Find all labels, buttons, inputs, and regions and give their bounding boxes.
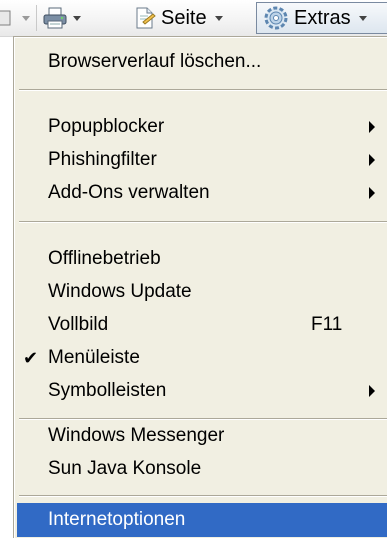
menu-item-work-offline[interactable]: Offlinebetrieb: [17, 242, 387, 276]
menu-item-phishing-filter[interactable]: Phishingfilter: [17, 143, 387, 177]
menu-item-label: Popupblocker: [48, 116, 165, 137]
menu-separator: [19, 495, 387, 497]
chevron-down-icon: [358, 15, 367, 21]
menu-item-manage-addons[interactable]: Add-Ons verwalten: [17, 176, 387, 210]
printer-icon: [43, 7, 67, 29]
menu-item-windows-messenger[interactable]: Windows Messenger: [17, 419, 387, 453]
menu-item-label: Menüleiste: [48, 347, 140, 368]
menu-item-label: Phishingfilter: [48, 149, 157, 170]
menu-item-java-console[interactable]: Sun Java Konsole: [17, 452, 387, 486]
submenu-arrow-icon: [369, 385, 375, 397]
chevron-down-icon: [73, 15, 81, 21]
menu-item-windows-update[interactable]: Windows Update: [17, 275, 387, 309]
partial-toolbar-icon[interactable]: [0, 0, 14, 36]
menu-item-internet-options[interactable]: Internetoptionen: [17, 503, 387, 537]
menu-item-menu-bar[interactable]: ✔ Menüleiste: [17, 341, 387, 375]
menu-item-label: Windows Update: [48, 281, 192, 302]
menu-item-label: Browserverlauf löschen...: [48, 51, 262, 72]
menu-item-delete-history[interactable]: Browserverlauf löschen...: [17, 45, 387, 79]
toolbar-divider: [36, 5, 37, 31]
print-button[interactable]: [42, 0, 68, 36]
menu-item-popup-blocker[interactable]: Popupblocker: [17, 110, 387, 144]
menu-item-label: Add-Ons verwalten: [48, 182, 210, 203]
submenu-arrow-icon: [369, 154, 375, 166]
menu-item-label: Internetoptionen: [48, 509, 186, 530]
page-menu-label: Seite: [161, 6, 207, 29]
extras-dropdown-menu: Browserverlauf löschen... Popupblocker P…: [13, 36, 387, 538]
toolbar-dropdown-arrow[interactable]: [22, 0, 30, 36]
page-icon: [136, 7, 156, 29]
print-dropdown-arrow[interactable]: [73, 0, 81, 36]
extras-menu-button[interactable]: Extras: [262, 0, 367, 36]
menu-item-label: Symbolleisten: [48, 380, 167, 401]
menu-separator: [19, 89, 387, 91]
menu-item-full-screen[interactable]: Vollbild F11: [17, 308, 387, 342]
submenu-arrow-icon: [369, 121, 375, 133]
menu-item-label: Windows Messenger: [48, 425, 225, 446]
menu-item-shortcut: F11: [311, 314, 343, 335]
menu-item-toolbars[interactable]: Symbolleisten: [17, 374, 387, 408]
checkmark-icon: ✔: [23, 348, 39, 368]
extras-menu-label: Extras: [294, 6, 351, 29]
submenu-arrow-icon: [369, 187, 375, 199]
menu-item-label: Vollbild: [48, 314, 109, 335]
menu-item-label: Offlinebetrieb: [48, 248, 161, 269]
command-bar: Seite Extras: [0, 0, 387, 37]
page-menu-button[interactable]: Seite: [133, 0, 223, 36]
menu-item-label: Sun Java Konsole: [48, 458, 202, 479]
menu-separator: [19, 221, 387, 223]
chevron-down-icon: [22, 15, 30, 21]
chevron-down-icon: [214, 15, 223, 21]
home-icon: [0, 10, 11, 26]
gear-icon: [264, 6, 288, 30]
